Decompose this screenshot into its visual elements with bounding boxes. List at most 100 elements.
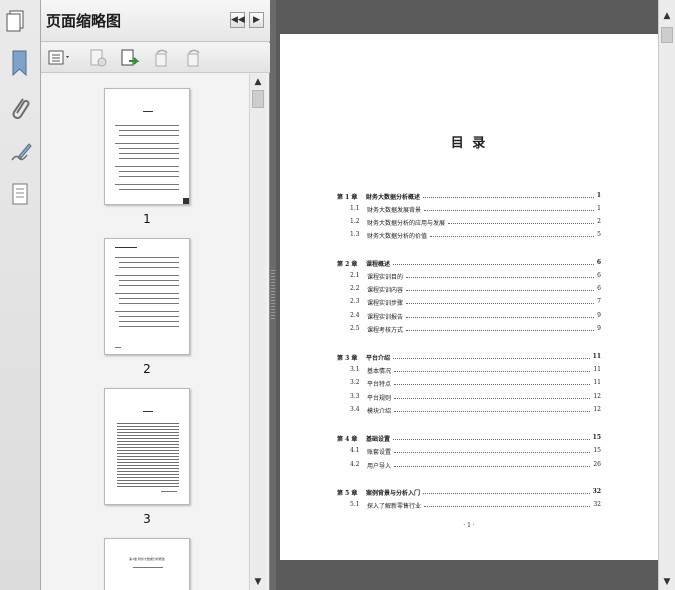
layers-icon[interactable] bbox=[7, 180, 33, 210]
toc-leader-dots bbox=[406, 303, 594, 304]
toc-page-number: 2 bbox=[597, 218, 601, 225]
toc-page-number: 6 bbox=[596, 259, 601, 266]
rotate-right-icon[interactable] bbox=[183, 48, 205, 68]
doc-scroll-up-arrow[interactable]: ▲ bbox=[659, 8, 675, 24]
toc-leader-dots bbox=[393, 439, 590, 440]
thumbnail-label: 2 bbox=[143, 362, 151, 376]
toc-entry-text: 平台介绍 bbox=[366, 355, 391, 362]
scroll-up-arrow[interactable]: ▲ bbox=[250, 74, 266, 90]
toc-number: 1.3 bbox=[350, 231, 360, 238]
toc-section-row[interactable]: 2.5 课程考核方式 9 bbox=[280, 325, 658, 335]
toc-number: 2.3 bbox=[350, 298, 360, 305]
toc-section-row[interactable]: 3.4 模块介绍 12 bbox=[280, 406, 658, 416]
page-thumbnail-4[interactable]: 第1章 财务大数据分析概述 bbox=[104, 538, 190, 590]
page-thumbnail-1[interactable] bbox=[104, 88, 190, 205]
toc-leader-dots bbox=[424, 506, 590, 507]
toc-leader-dots bbox=[394, 411, 590, 412]
splitter-grip[interactable] bbox=[271, 270, 275, 320]
options-menu-icon[interactable] bbox=[47, 48, 69, 68]
rotate-left-icon[interactable] bbox=[151, 48, 173, 68]
toc-page-number: 12 bbox=[593, 393, 601, 400]
toc-leader-dots bbox=[406, 317, 594, 318]
toc-leader-dots bbox=[423, 493, 590, 494]
toc-entry-text: 案例背景与分析入门 bbox=[366, 490, 421, 497]
scroll-thumb[interactable] bbox=[252, 90, 264, 108]
toc-entry-text: 课程实训内容 bbox=[367, 287, 404, 294]
toc-page-number: 11 bbox=[593, 379, 601, 386]
page-thumbnail-2[interactable] bbox=[104, 238, 190, 355]
toc-entry-text: 课程概述 bbox=[366, 261, 391, 268]
toc-page-number: 1 bbox=[597, 205, 601, 212]
toc-page-number: 6 bbox=[597, 272, 601, 279]
replace-page-icon[interactable] bbox=[119, 48, 141, 68]
thumbnail-list: 1 2 3 第1章 财务大数据分析概述 bbox=[41, 74, 251, 590]
toc-entry-text: 探入了解新零售行业 bbox=[367, 503, 422, 510]
toc-section-row[interactable]: 4.2 用户导入 26 bbox=[280, 461, 658, 471]
toc-number: 3.2 bbox=[350, 379, 360, 386]
toc-leader-dots bbox=[394, 466, 590, 467]
toc-page-number: 11 bbox=[593, 366, 601, 373]
toc-leader-dots bbox=[394, 384, 590, 385]
toc-entry-text: 财务大数据分析的价值 bbox=[367, 233, 428, 240]
toc-entry-text: 课程实训步骤 bbox=[367, 300, 404, 307]
document-scrollbar[interactable]: ▲ ▼ bbox=[658, 0, 675, 590]
next-panel-button[interactable]: ▶ bbox=[249, 12, 264, 28]
thumbnail-toolbar bbox=[41, 43, 270, 73]
toc-page-number: 12 bbox=[593, 406, 601, 413]
toc-entry-text: 课程考核方式 bbox=[367, 327, 404, 334]
doc-scroll-down-arrow[interactable]: ▼ bbox=[659, 574, 675, 590]
toc-page-number: 7 bbox=[597, 298, 601, 305]
thumbnail-scrollbar[interactable]: ▲ ▼ bbox=[249, 74, 266, 590]
toc-section-row[interactable]: 1.1 财务大数据发展背景 1 bbox=[280, 205, 658, 215]
toc-number: 第 3 章 bbox=[337, 355, 358, 362]
page-thumbnail-3[interactable] bbox=[104, 388, 190, 505]
toc-entry-text: 用户导入 bbox=[367, 463, 392, 470]
toc-number: 第 4 章 bbox=[337, 436, 358, 443]
delete-page-icon[interactable] bbox=[87, 48, 109, 68]
toc-section-row[interactable]: 5.1 探入了解新零售行业 32 bbox=[280, 501, 658, 511]
toc-number: 3.1 bbox=[350, 366, 360, 373]
toc-section-row[interactable]: 1.3 财务大数据分析的价值 5 bbox=[280, 231, 658, 241]
collapse-panel-button[interactable]: ◀◀ bbox=[230, 12, 245, 28]
toc-section-row[interactable]: 3.2 平台特点 11 bbox=[280, 379, 658, 389]
toc-page-number: 9 bbox=[597, 312, 601, 319]
toc-section-row[interactable]: 4.1 账套设置 15 bbox=[280, 447, 658, 457]
toc-leader-dots bbox=[406, 330, 594, 331]
toc-chapter-row[interactable]: 第 2 章 课程概述 6 bbox=[280, 259, 658, 269]
toc-section-row[interactable]: 2.4 课程实训报告 9 bbox=[280, 312, 658, 322]
toc-number: 2.4 bbox=[350, 312, 360, 319]
toc-leader-dots bbox=[430, 236, 594, 237]
toc-page-number: 6 bbox=[597, 285, 601, 292]
toc-page-number: 1 bbox=[596, 192, 601, 199]
toc-chapter-row[interactable]: 第 3 章 平台介绍 11 bbox=[280, 353, 658, 363]
toc-number: 第 2 章 bbox=[337, 261, 358, 268]
toc-section-row[interactable]: 2.2 课程实训内容 6 bbox=[280, 285, 658, 295]
toc-section-row[interactable]: 1.2 财务大数据分析的应用与发展 2 bbox=[280, 218, 658, 228]
doc-scroll-thumb[interactable] bbox=[661, 27, 673, 43]
attachment-icon[interactable] bbox=[7, 94, 33, 124]
thumbnail-label: 1 bbox=[143, 212, 151, 226]
toc-number: 1.1 bbox=[350, 205, 360, 212]
toc-section-row[interactable]: 3.3 平台规则 12 bbox=[280, 393, 658, 403]
toc-page-number: 15 bbox=[592, 434, 601, 441]
signature-icon[interactable] bbox=[7, 138, 33, 168]
toc-entry-text: 模块介绍 bbox=[367, 408, 392, 415]
page-footer: · 1 · bbox=[463, 522, 475, 529]
toc-page-number: 15 bbox=[593, 447, 601, 454]
toc-chapter-row[interactable]: 第 5 章 案例背景与分析入门 32 bbox=[280, 488, 658, 498]
toc-section-row[interactable]: 2.3 课程实训步骤 7 bbox=[280, 298, 658, 308]
bookmark-icon[interactable] bbox=[7, 48, 33, 78]
toc-entry-text: 财务大数据分析概述 bbox=[366, 194, 421, 201]
scroll-down-arrow[interactable]: ▼ bbox=[250, 574, 266, 590]
toc-leader-dots bbox=[394, 452, 590, 453]
toc-page-number: 32 bbox=[593, 501, 601, 508]
toc-number: 2.5 bbox=[350, 325, 360, 332]
toc-entry-text: 账套设置 bbox=[367, 449, 392, 456]
toc-section-row[interactable]: 3.1 基本情况 11 bbox=[280, 366, 658, 376]
toc-section-row[interactable]: 2.1 课程实训目的 6 bbox=[280, 272, 658, 282]
page-thumbnails-panel: 页面缩略图 ◀◀ ▶ 1 2 3 第1章 财务大数据分析概述 ▲ ▼ bbox=[6, 0, 270, 590]
navigation-rail bbox=[0, 0, 41, 590]
toc-leader-dots bbox=[393, 358, 590, 359]
toc-chapter-row[interactable]: 第 4 章 基础设置 15 bbox=[280, 434, 658, 444]
toc-chapter-row[interactable]: 第 1 章 财务大数据分析概述 1 bbox=[280, 192, 658, 202]
